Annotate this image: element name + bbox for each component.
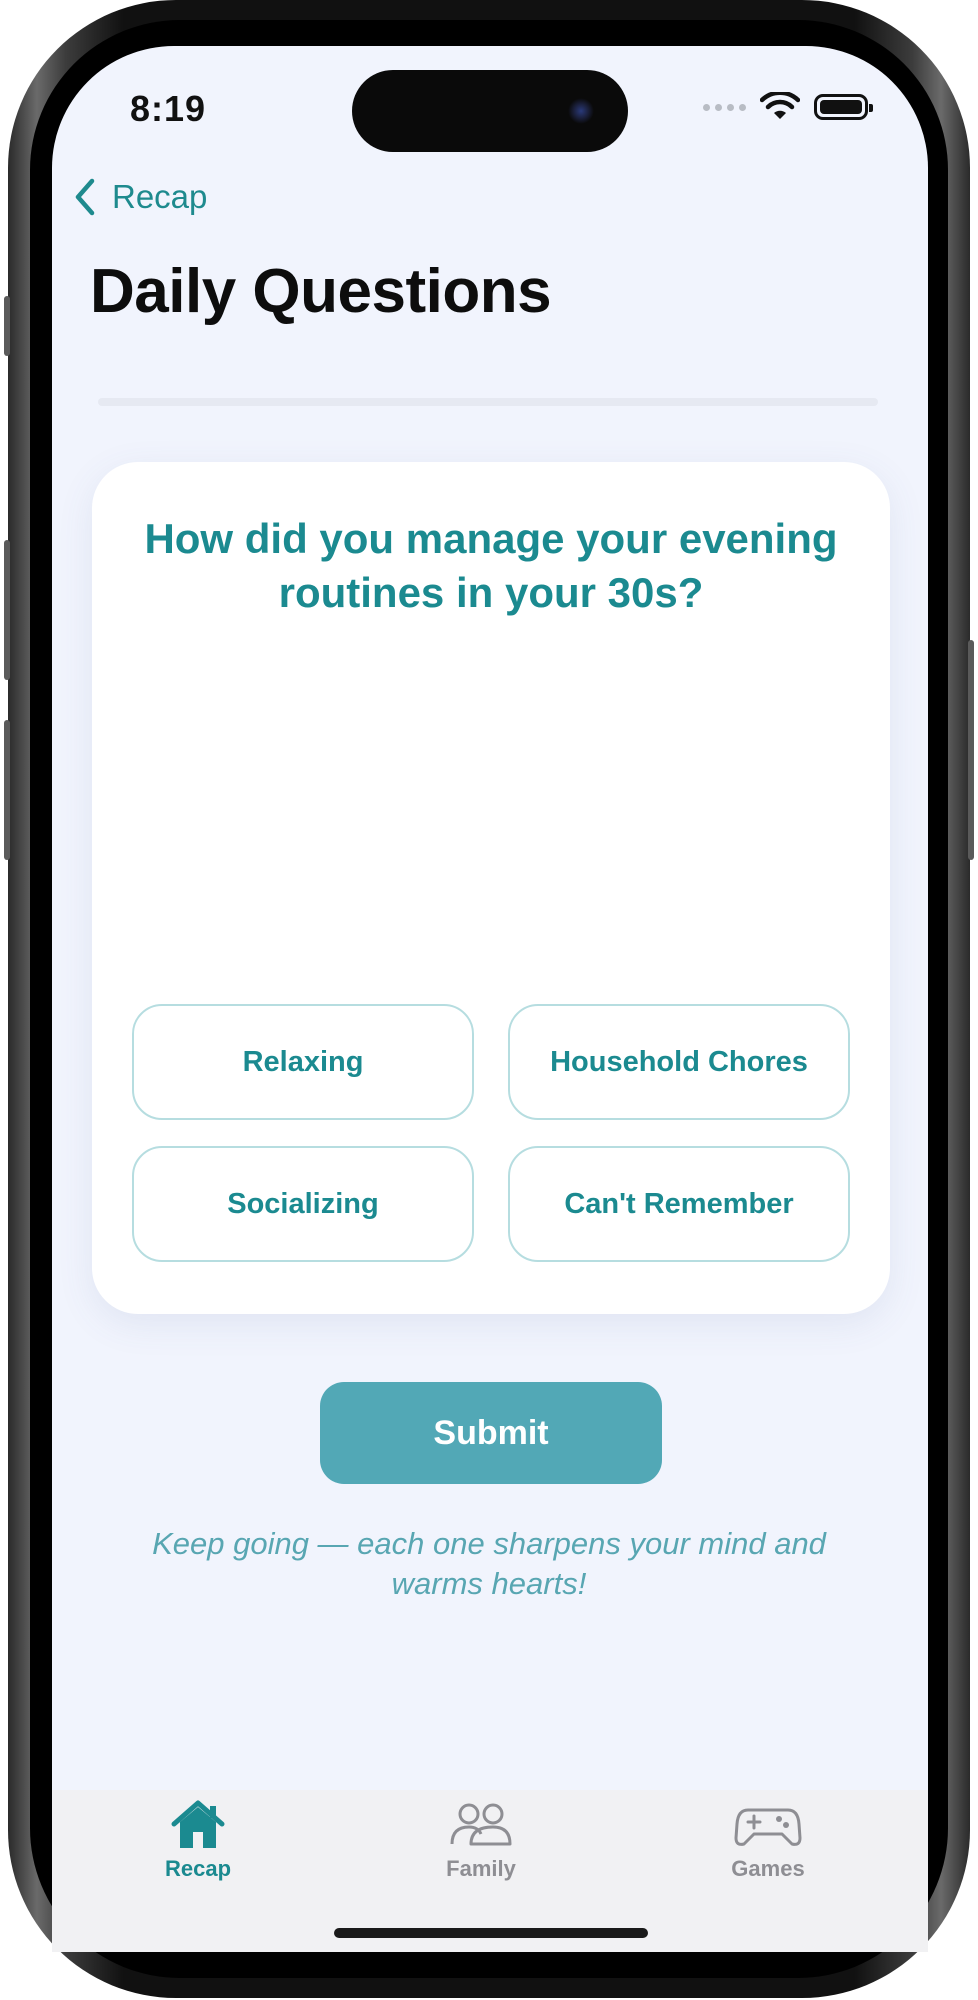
option-cant-remember[interactable]: Can't Remember <box>508 1146 850 1262</box>
wifi-icon <box>760 92 800 119</box>
action-button <box>4 296 10 356</box>
gamepad-icon <box>734 1808 802 1846</box>
volume-up-button <box>4 540 10 680</box>
tab-label: Family <box>446 1856 516 1881</box>
dynamic-island <box>352 70 628 152</box>
signal-icon <box>703 103 746 111</box>
back-button[interactable]: Recap <box>74 178 207 216</box>
chevron-left-icon <box>75 178 95 216</box>
people-icon <box>450 1803 512 1846</box>
option-socializing[interactable]: Socializing <box>132 1146 474 1262</box>
home-icon <box>171 1800 225 1848</box>
page-title: Daily Questions <box>90 257 552 326</box>
divider <box>98 398 878 406</box>
option-household-chores[interactable]: Household Chores <box>508 1004 850 1120</box>
question-card: How did you manage your evening routines… <box>92 462 890 1314</box>
tab-label: Games <box>731 1856 805 1881</box>
encouragement-text: Keep going — each one sharpens your mind… <box>152 1526 826 1601</box>
volume-down-button <box>4 720 10 860</box>
answer-options: Relaxing Household Chores Socializing Ca… <box>132 1004 852 1262</box>
home-indicator[interactable] <box>334 1928 648 1938</box>
status-icons <box>703 92 873 122</box>
battery-icon <box>814 94 873 120</box>
tab-recap[interactable]: Recap <box>138 1800 258 1882</box>
option-relaxing[interactable]: Relaxing <box>132 1004 474 1120</box>
question-text: How did you manage your evening routines… <box>144 515 838 616</box>
back-label: Recap <box>112 178 208 215</box>
status-time: 8:19 <box>130 88 207 129</box>
tab-label: Recap <box>164 1856 232 1881</box>
camera-icon <box>568 98 594 124</box>
tab-games[interactable]: Games <box>708 1800 828 1882</box>
power-button <box>968 640 974 860</box>
tab-family[interactable]: Family <box>421 1800 541 1882</box>
submit-button[interactable]: Submit <box>320 1382 662 1484</box>
